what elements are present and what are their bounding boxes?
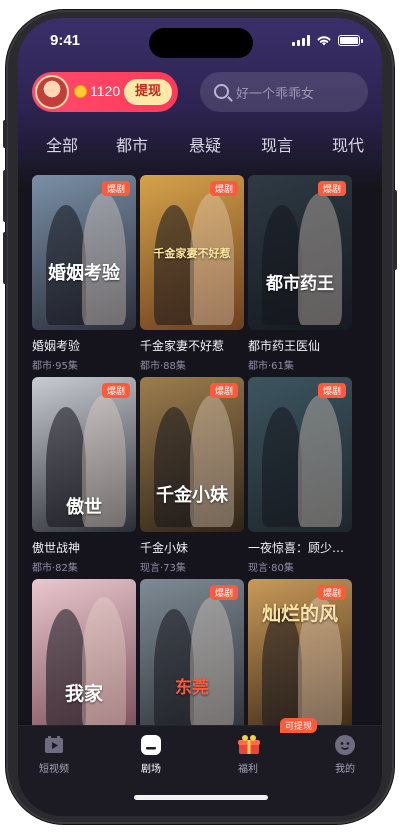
status-bar: 9:41 bbox=[18, 18, 382, 64]
poster-figure bbox=[46, 609, 86, 729]
nav-label-profile: 我的 bbox=[335, 764, 355, 775]
cellular-signal-icon bbox=[292, 34, 310, 46]
drama-meta: 都市·61集 bbox=[248, 361, 294, 372]
withdraw-button[interactable]: 提现 bbox=[124, 79, 172, 105]
nav-profile[interactable]: 我的 bbox=[313, 734, 377, 775]
drama-title[interactable]: 都市药王医仙 bbox=[248, 337, 352, 354]
volume-up-button bbox=[3, 170, 7, 222]
poster-title-art: 傲世 bbox=[66, 497, 102, 518]
user-avatar[interactable] bbox=[35, 75, 69, 109]
drama-title[interactable]: 千金小妹 bbox=[140, 539, 244, 556]
hot-badge: 爆剧 bbox=[209, 181, 238, 196]
poster-figure bbox=[154, 609, 194, 729]
poster-figure bbox=[262, 205, 302, 325]
profile-icon bbox=[335, 735, 355, 755]
drama-poster[interactable]: 千金家妻不好惹 爆剧 bbox=[140, 175, 244, 330]
nav-theater[interactable]: 剧场 bbox=[119, 734, 183, 775]
drama-meta: 现言·73集 bbox=[140, 563, 186, 574]
nav-label-welfare: 福利 bbox=[238, 764, 258, 775]
home-indicator bbox=[134, 795, 268, 800]
drama-poster[interactable]: 我家 bbox=[32, 579, 136, 734]
drama-title[interactable]: 婚姻考验 bbox=[32, 337, 136, 354]
poster-figure bbox=[190, 597, 234, 729]
nav-welfare[interactable]: 福利 bbox=[216, 734, 280, 775]
drama-poster[interactable]: 都市药王 爆剧 bbox=[248, 175, 352, 330]
drama-poster[interactable]: 傲世 爆剧 bbox=[32, 377, 136, 532]
battery-icon bbox=[338, 34, 363, 46]
hot-badge: 爆剧 bbox=[101, 383, 130, 398]
coin-count: 1120 bbox=[90, 83, 121, 99]
wifi-icon bbox=[317, 36, 331, 46]
volume-down-button bbox=[3, 232, 7, 284]
poster-title-art: 千金小妹 bbox=[156, 485, 228, 506]
tab-all[interactable]: 全部 bbox=[46, 132, 78, 156]
app-screen: 9:41 1120 提现 好一个乖乖女 全部 都市 悬疑 现言 现代 婚姻考验 … bbox=[18, 18, 382, 816]
withdraw-promo-badge: 可提现 bbox=[280, 718, 318, 733]
drama-poster[interactable]: 灿烂的风 爆剧 bbox=[248, 579, 352, 734]
drama-poster[interactable]: 东莞 爆剧 bbox=[140, 579, 244, 734]
hot-badge: 爆剧 bbox=[209, 585, 238, 600]
drama-title[interactable]: 千金家妻不好惹 bbox=[140, 337, 244, 354]
drama-meta: 都市·88集 bbox=[140, 361, 186, 372]
bottom-navigation: 短视频 剧场 福利 可提现 我的 bbox=[18, 718, 382, 816]
coin-icon bbox=[74, 85, 87, 98]
poster-title-art: 千金家妻不好惹 bbox=[153, 247, 231, 260]
film-icon bbox=[45, 736, 63, 753]
search-bar[interactable]: 好一个乖乖女 bbox=[200, 72, 368, 112]
drama-poster[interactable]: 婚姻考验 爆剧 bbox=[32, 175, 136, 330]
poster-title-art: 东莞 bbox=[175, 678, 209, 698]
hot-badge: 爆剧 bbox=[317, 585, 346, 600]
tab-urban[interactable]: 都市 bbox=[116, 132, 148, 156]
gift-icon bbox=[238, 735, 260, 754]
status-time: 9:41 bbox=[50, 32, 81, 49]
drama-meta: 都市·95集 bbox=[32, 361, 78, 372]
search-placeholder: 好一个乖乖女 bbox=[236, 87, 315, 102]
poster-title-art: 都市药王 bbox=[266, 274, 334, 294]
hot-badge: 爆剧 bbox=[209, 383, 238, 398]
drama-poster[interactable]: 爆剧 bbox=[248, 377, 352, 532]
header: 1120 提现 好一个乖乖女 bbox=[32, 72, 368, 112]
poster-figure bbox=[190, 395, 234, 527]
drama-title[interactable]: 傲世战神 bbox=[32, 539, 136, 556]
poster-figure bbox=[154, 407, 194, 527]
tab-modern[interactable]: 现代 bbox=[332, 132, 364, 156]
mute-switch bbox=[3, 120, 7, 148]
coin-wallet[interactable]: 1120 提现 bbox=[32, 72, 178, 112]
nav-short-video[interactable]: 短视频 bbox=[22, 734, 86, 775]
nav-label-short-video: 短视频 bbox=[39, 764, 69, 775]
poster-figure bbox=[298, 395, 342, 527]
category-tabs: 全部 都市 悬疑 现言 现代 bbox=[18, 132, 382, 160]
nav-label-theater: 剧场 bbox=[141, 764, 161, 775]
hot-badge: 爆剧 bbox=[317, 181, 346, 196]
poster-figure bbox=[298, 193, 342, 325]
drama-poster[interactable]: 千金小妹 爆剧 bbox=[140, 377, 244, 532]
poster-title-art: 婚姻考验 bbox=[48, 263, 120, 284]
theater-icon bbox=[141, 735, 161, 755]
hot-badge: 爆剧 bbox=[317, 383, 346, 398]
search-icon bbox=[214, 84, 229, 99]
drama-meta: 都市·82集 bbox=[32, 563, 78, 574]
poster-figure bbox=[262, 609, 302, 729]
status-icons bbox=[292, 34, 363, 46]
poster-figure bbox=[82, 597, 126, 729]
tab-suspense[interactable]: 悬疑 bbox=[189, 132, 221, 156]
hot-badge: 爆剧 bbox=[101, 181, 130, 196]
dynamic-island bbox=[149, 28, 253, 58]
drama-title[interactable]: 一夜惊喜：顾少… bbox=[248, 539, 352, 556]
drama-meta: 现言·80集 bbox=[248, 563, 294, 574]
poster-title-art: 灿烂的风 bbox=[261, 603, 338, 625]
poster-figure bbox=[262, 407, 302, 527]
poster-figure bbox=[154, 205, 194, 325]
power-button bbox=[393, 190, 397, 270]
poster-title-art: 我家 bbox=[64, 683, 103, 705]
tab-modern-romance[interactable]: 现言 bbox=[261, 132, 293, 156]
